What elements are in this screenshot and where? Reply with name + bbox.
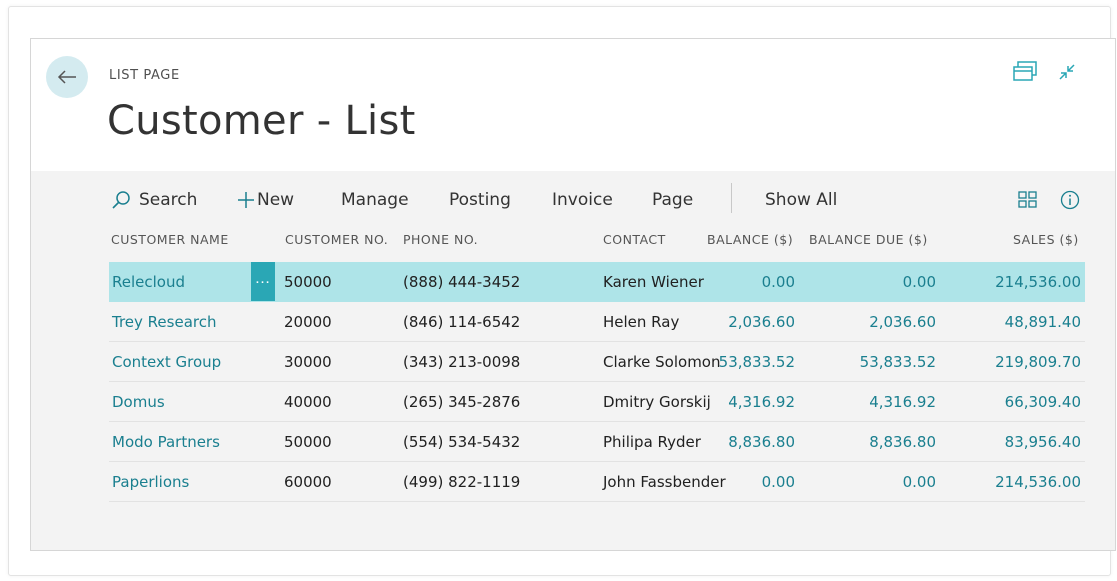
balance[interactable]: 0.00 bbox=[707, 462, 795, 502]
row-actions-button[interactable]: … bbox=[251, 262, 275, 301]
new-label: New bbox=[257, 190, 295, 210]
page-title: Customer - List bbox=[107, 98, 416, 144]
contact: Dmitry Gorskij bbox=[603, 393, 711, 411]
customer-no: 50000 bbox=[284, 273, 332, 291]
customer-name-link[interactable]: Domus bbox=[112, 382, 165, 422]
customer-no: 50000 bbox=[284, 433, 332, 451]
posting-menu[interactable]: Posting bbox=[449, 187, 511, 213]
contact: Helen Ray bbox=[603, 313, 680, 331]
contact: Philipa Ryder bbox=[603, 433, 701, 451]
column-header-phone-no[interactable]: PHONE NO. bbox=[403, 232, 478, 247]
search-icon bbox=[112, 191, 130, 209]
sales[interactable]: 214,536.00 bbox=[969, 462, 1081, 502]
balance-due[interactable]: 0.00 bbox=[809, 262, 936, 302]
customer-name-link[interactable]: Modo Partners bbox=[112, 422, 220, 462]
table-row[interactable]: Trey Research 20000 (846) 114-6542 Helen… bbox=[109, 302, 1085, 342]
breadcrumb: LIST PAGE bbox=[109, 68, 180, 83]
balance[interactable]: 53,833.52 bbox=[707, 342, 795, 382]
column-header-sales[interactable]: SALES ($) bbox=[1013, 232, 1079, 247]
customer-no: 40000 bbox=[284, 393, 332, 411]
sales[interactable]: 219,809.70 bbox=[969, 342, 1081, 382]
balance-due[interactable]: 53,833.52 bbox=[809, 342, 936, 382]
action-bar: Search New Manage Posting Invoice Page S… bbox=[31, 171, 1115, 229]
customer-no: 60000 bbox=[284, 473, 332, 491]
table-row[interactable]: Context Group 30000 (343) 213-0098 Clark… bbox=[109, 342, 1085, 382]
contact: Clarke Solomon bbox=[603, 353, 721, 371]
phone-no: (343) 213-0098 bbox=[403, 353, 521, 371]
new-button[interactable]: New bbox=[237, 187, 294, 213]
phone-no: (499) 822-1119 bbox=[403, 473, 521, 491]
back-button[interactable] bbox=[46, 56, 88, 98]
balance[interactable]: 8,836.80 bbox=[707, 422, 795, 462]
info-icon bbox=[1060, 190, 1080, 210]
balance[interactable]: 4,316.92 bbox=[707, 382, 795, 422]
balance-due[interactable]: 2,036.60 bbox=[809, 302, 936, 342]
customer-name-link[interactable]: Paperlions bbox=[112, 462, 189, 502]
column-header-balance[interactable]: BALANCE ($) bbox=[707, 232, 793, 247]
toolbar-divider bbox=[731, 183, 732, 213]
sales[interactable]: 48,891.40 bbox=[969, 302, 1081, 342]
collapse-button[interactable] bbox=[1054, 59, 1080, 85]
column-header-customer-no[interactable]: CUSTOMER NO. bbox=[285, 232, 388, 247]
customer-name-link[interactable]: Relecloud bbox=[112, 262, 185, 302]
phone-no: (554) 534-5432 bbox=[403, 433, 521, 451]
plus-icon bbox=[238, 192, 254, 208]
show-all-button[interactable]: Show All bbox=[765, 187, 837, 213]
column-header-customer-name[interactable]: CUSTOMER NAME bbox=[111, 232, 229, 247]
column-header-balance-due[interactable]: BALANCE DUE ($) bbox=[809, 232, 928, 247]
balance-due[interactable]: 0.00 bbox=[809, 462, 936, 502]
table-row[interactable]: Paperlions 60000 (499) 822-1119 John Fas… bbox=[109, 462, 1085, 502]
customer-no: 20000 bbox=[284, 313, 332, 331]
phone-no: (888) 444-3452 bbox=[403, 273, 521, 291]
balance-due[interactable]: 8,836.80 bbox=[809, 422, 936, 462]
tile-view-button[interactable] bbox=[1018, 187, 1038, 213]
collapse-icon bbox=[1059, 64, 1075, 80]
manage-menu[interactable]: Manage bbox=[341, 187, 409, 213]
table-row[interactable]: Domus 40000 (265) 345-2876 Dmitry Gorski… bbox=[109, 382, 1085, 422]
invoice-menu[interactable]: Invoice bbox=[552, 187, 613, 213]
info-button[interactable] bbox=[1060, 187, 1080, 213]
phone-no: (846) 114-6542 bbox=[403, 313, 521, 331]
balance-due[interactable]: 4,316.92 bbox=[809, 382, 936, 422]
tile-view-icon bbox=[1018, 191, 1037, 208]
table-row[interactable]: Modo Partners 50000 (554) 534-5432 Phili… bbox=[109, 422, 1085, 462]
customer-no: 30000 bbox=[284, 353, 332, 371]
customer-name-link[interactable]: Trey Research bbox=[112, 302, 216, 342]
open-in-new-window-button[interactable] bbox=[1012, 59, 1038, 85]
balance[interactable]: 0.00 bbox=[707, 262, 795, 302]
back-arrow-icon bbox=[57, 70, 76, 84]
sales[interactable]: 214,536.00 bbox=[969, 262, 1081, 302]
page-menu[interactable]: Page bbox=[652, 187, 693, 213]
customer-name-link[interactable]: Context Group bbox=[112, 342, 221, 382]
contact: Karen Wiener bbox=[603, 273, 704, 291]
sales[interactable]: 66,309.40 bbox=[969, 382, 1081, 422]
open-in-new-window-icon bbox=[1013, 61, 1037, 81]
search-button[interactable]: Search bbox=[111, 187, 197, 213]
balance[interactable]: 2,036.60 bbox=[707, 302, 795, 342]
table-row[interactable]: Relecloud … 50000 (888) 444-3452 Karen W… bbox=[109, 262, 1085, 302]
table-header: CUSTOMER NAME CUSTOMER NO. PHONE NO. CON… bbox=[109, 222, 1085, 262]
search-label: Search bbox=[139, 190, 198, 210]
page-header: LIST PAGE Customer - List bbox=[31, 39, 1115, 171]
list-body: Search New Manage Posting Invoice Page S… bbox=[31, 171, 1115, 550]
sales[interactable]: 83,956.40 bbox=[969, 422, 1081, 462]
column-header-contact[interactable]: CONTACT bbox=[603, 232, 666, 247]
customer-list-page: LIST PAGE Customer - List Search New Man… bbox=[30, 38, 1116, 551]
phone-no: (265) 345-2876 bbox=[403, 393, 521, 411]
